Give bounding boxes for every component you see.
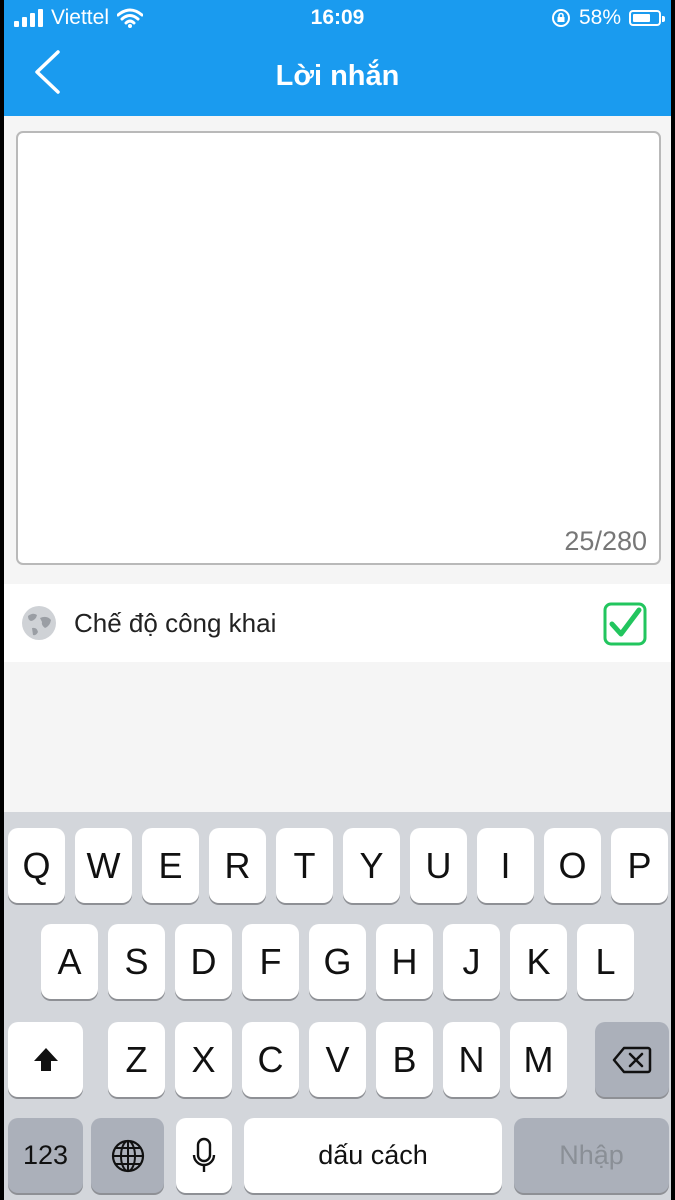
microphone-key[interactable] (176, 1118, 232, 1193)
key-a[interactable]: A (41, 924, 98, 999)
header-bar: Viettel 16:09 58% Lời nhắn (4, 0, 671, 116)
key-q[interactable]: Q (8, 828, 65, 903)
backspace-icon (612, 1046, 652, 1073)
key-c[interactable]: C (242, 1022, 299, 1097)
shift-key[interactable] (8, 1022, 83, 1097)
shift-icon (33, 1047, 58, 1071)
key-e[interactable]: E (142, 828, 199, 903)
key-o[interactable]: O (544, 828, 601, 903)
key-k[interactable]: K (510, 924, 567, 999)
globe-icon (22, 606, 56, 640)
enter-key[interactable]: Nhập (514, 1118, 669, 1193)
rotation-lock-icon (551, 9, 570, 27)
backspace-key[interactable] (595, 1022, 669, 1097)
message-input[interactable] (28, 143, 649, 513)
key-z[interactable]: Z (108, 1022, 165, 1097)
key-d[interactable]: D (175, 924, 232, 999)
page-title: Lời nhắn (275, 60, 400, 92)
key-g[interactable]: G (309, 924, 366, 999)
key-f[interactable]: F (242, 924, 299, 999)
key-j[interactable]: J (443, 924, 500, 999)
key-s[interactable]: S (108, 924, 165, 999)
key-b[interactable]: B (376, 1022, 433, 1097)
public-mode-checkbox[interactable] (603, 602, 647, 646)
key-i[interactable]: I (477, 828, 534, 903)
globe-key[interactable] (91, 1118, 164, 1193)
key-h[interactable]: H (376, 924, 433, 999)
numbers-key[interactable]: 123 (8, 1118, 83, 1193)
character-counter: 25/280 (564, 526, 647, 556)
public-mode-label: Chế độ công khai (74, 608, 277, 638)
globe-icon (111, 1139, 144, 1172)
keyboard: Q W E R T Y U I O P A S D F G H J K L Z … (4, 812, 671, 1200)
key-t[interactable]: T (276, 828, 333, 903)
key-u[interactable]: U (410, 828, 467, 903)
space-key[interactable]: dấu cách (244, 1118, 502, 1193)
key-l[interactable]: L (577, 924, 634, 999)
key-v[interactable]: V (309, 1022, 366, 1097)
battery-percent: 58% (578, 6, 621, 29)
status-bar: Viettel 16:09 58% (4, 0, 671, 38)
app-screen: Viettel 16:09 58% Lời nhắn 25/280 Chế độ… (4, 0, 671, 1200)
key-w[interactable]: W (75, 828, 132, 903)
key-m[interactable]: M (510, 1022, 567, 1097)
public-mode-row[interactable]: Chế độ công khai (4, 584, 671, 662)
microphone-icon (192, 1137, 216, 1172)
status-right: 58% (551, 6, 665, 30)
key-p[interactable]: P (611, 828, 668, 903)
key-n[interactable]: N (443, 1022, 500, 1097)
message-box: 25/280 (16, 131, 661, 565)
battery-icon (629, 10, 665, 26)
key-x[interactable]: X (175, 1022, 232, 1097)
key-y[interactable]: Y (343, 828, 400, 903)
key-r[interactable]: R (209, 828, 266, 903)
